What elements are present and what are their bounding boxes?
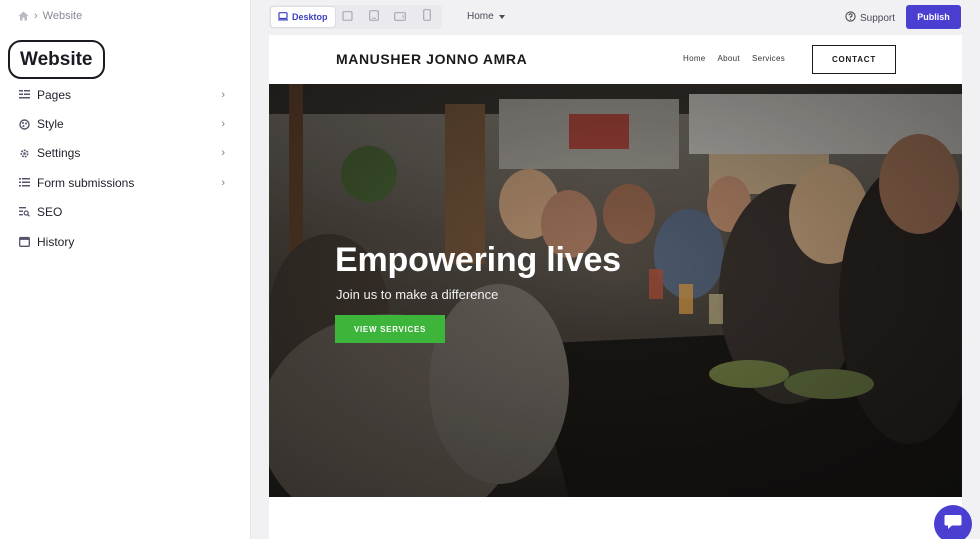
home-icon[interactable] (18, 11, 29, 21)
style-icon (19, 118, 30, 130)
sidebar: › Website Website Pages › Style › Settin… (0, 0, 251, 539)
contact-button[interactable]: CONTACT (812, 45, 896, 74)
site-header: MANUSHER JONNO AMRA Home About Services … (269, 35, 962, 84)
chat-bubble-icon (944, 514, 962, 535)
chevron-right-icon: › (221, 147, 225, 160)
hero-title: Empowering lives (335, 241, 621, 279)
tablet-landscape-icon (394, 8, 407, 26)
calendar-icon (19, 236, 30, 248)
laptop-icon (342, 8, 353, 26)
chevron-right-icon: › (221, 88, 225, 101)
site-nav-services[interactable]: Services (752, 54, 785, 63)
list-icon (19, 177, 30, 188)
device-laptop-button[interactable] (335, 7, 361, 27)
site-nav-about[interactable]: About (718, 54, 740, 63)
hero-subtitle: Join us to make a difference (336, 287, 499, 302)
sidebar-item-history[interactable]: History (0, 227, 251, 256)
sidebar-item-label: Form submissions (37, 175, 135, 190)
seo-icon (19, 207, 30, 218)
site-preview: MANUSHER JONNO AMRA Home About Services … (269, 35, 962, 539)
sidebar-item-pages[interactable]: Pages › (0, 80, 251, 109)
sidebar-item-form-submissions[interactable]: Form submissions › (0, 168, 251, 197)
support-label: Support (860, 12, 896, 24)
desktop-icon (278, 11, 288, 23)
sidebar-item-label: SEO (37, 205, 63, 220)
site-nav-home[interactable]: Home (683, 54, 706, 63)
support-link[interactable]: Support (845, 11, 895, 25)
device-switcher: Desktop (269, 5, 442, 29)
gear-icon (19, 148, 30, 159)
sidebar-item-settings[interactable]: Settings › (0, 139, 251, 168)
page-select-dropdown[interactable]: Home (467, 11, 505, 22)
publish-button[interactable]: Publish (906, 5, 961, 29)
site-nav: Home About Services (683, 54, 785, 63)
view-services-button[interactable]: VIEW SERVICES (335, 315, 445, 343)
site-brand[interactable]: MANUSHER JONNO AMRA (336, 51, 527, 67)
chevron-right-icon: › (221, 118, 225, 131)
sidebar-item-seo[interactable]: SEO (0, 198, 251, 227)
device-desktop-label: Desktop (292, 12, 328, 22)
breadcrumb-current: Website (42, 10, 83, 22)
chat-widget-button[interactable] (934, 505, 972, 539)
sidebar-item-label: Style (37, 117, 64, 132)
device-mobile-button[interactable] (414, 7, 440, 27)
tablet-icon (369, 8, 379, 26)
device-desktop-button[interactable]: Desktop (271, 7, 335, 27)
chevron-right-icon: › (221, 176, 225, 189)
breadcrumb-separator: › (34, 10, 38, 22)
device-tablet-landscape-button[interactable] (387, 7, 413, 27)
pages-icon (19, 89, 30, 100)
page-title: Website (8, 40, 105, 79)
sidebar-item-label: Settings (37, 146, 81, 161)
help-icon (845, 11, 856, 25)
device-tablet-button[interactable] (361, 7, 387, 27)
sidebar-nav: Pages › Style › Settings › Form submissi… (0, 80, 251, 256)
page-select-value: Home (467, 11, 494, 22)
hero-section: Empowering lives Join us to make a diffe… (269, 84, 962, 497)
sidebar-item-label: History (37, 234, 75, 249)
caret-down-icon (498, 11, 505, 22)
sidebar-item-style[interactable]: Style › (0, 109, 251, 138)
editor-toolbar: Desktop Home Support Publish (251, 0, 980, 35)
sidebar-item-label: Pages (37, 87, 72, 102)
mobile-icon (422, 8, 431, 26)
breadcrumb: › Website (18, 10, 82, 22)
